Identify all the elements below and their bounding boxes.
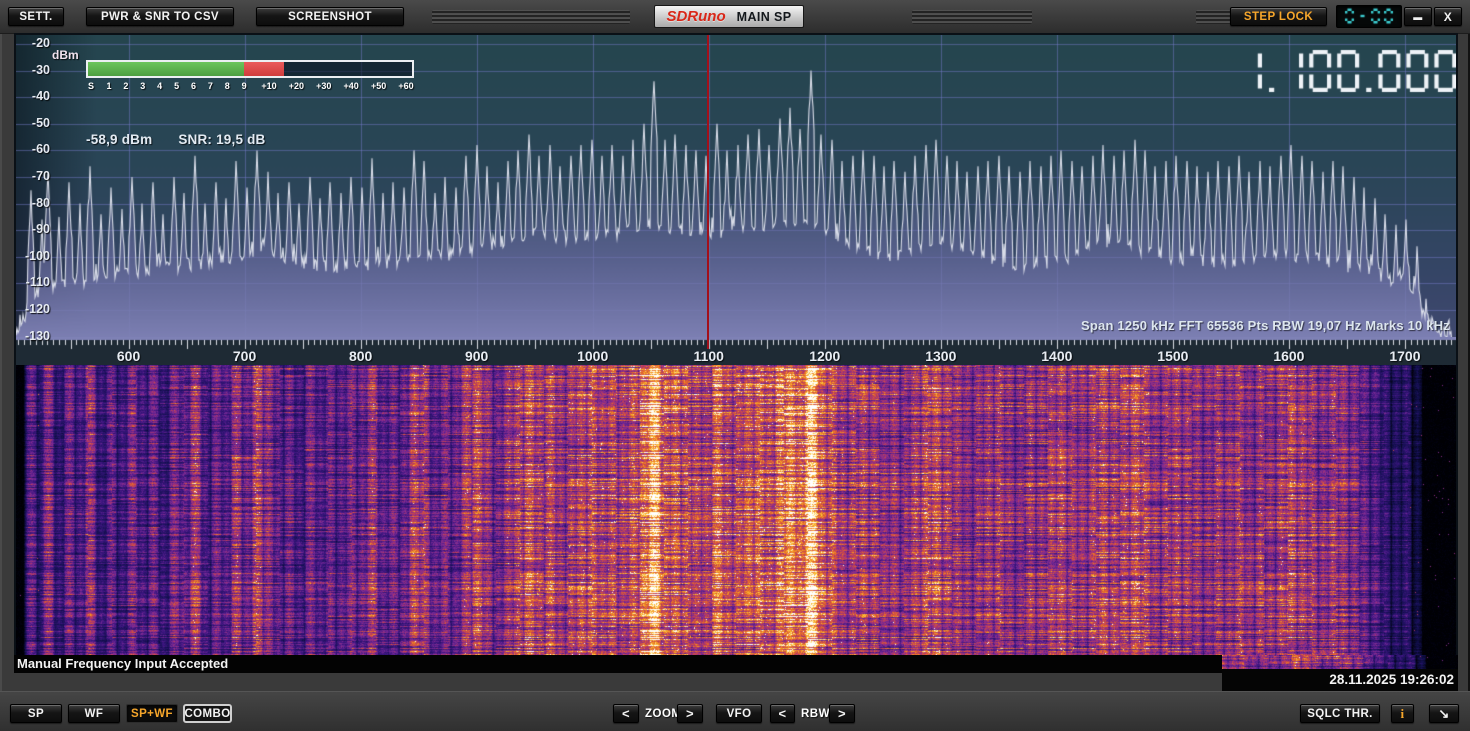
freq-tick-label: 800 — [348, 348, 373, 364]
rbw-increase-button[interactable]: > — [829, 704, 855, 723]
datetime-box: 28.11.2025 19:26:02 — [1222, 655, 1458, 691]
window-name: MAIN SP — [736, 9, 792, 24]
resize-button[interactable]: ↘ — [1429, 704, 1459, 723]
sdruno-main-sp-window: SETT. PWR & SNR TO CSV SCREENSHOT SDRuno… — [0, 0, 1470, 731]
smeter-scale-label: +30 — [316, 81, 332, 91]
frequency-display — [1216, 47, 1456, 95]
window-title[interactable]: SDRuno MAIN SP — [654, 5, 804, 28]
dbm-tick-label: -60 — [31, 142, 50, 157]
s-meter — [86, 60, 414, 78]
smeter-scale-label: +10 — [261, 81, 277, 91]
s-meter-green-bar — [88, 62, 244, 76]
info-button[interactable]: i — [1391, 704, 1414, 723]
display-area: dBm -58,9 dBm SNR: 19,5 dB Span 1250 kHz … — [14, 33, 1458, 692]
pwr-snr-csv-button[interactable]: PWR & SNR TO CSV — [86, 7, 234, 26]
sp-view-button[interactable]: SP — [10, 704, 62, 723]
rbw-label: RBW — [801, 708, 830, 720]
dbm-tick-label: -30 — [31, 62, 50, 77]
freq-tick-label: 700 — [232, 348, 257, 364]
signal-readout: -58,9 dBm SNR: 19,5 dB — [86, 132, 266, 147]
tuned-frequency-line — [707, 35, 709, 349]
app-logo: SDRuno — [666, 8, 726, 25]
smeter-scale-label: 8 — [224, 81, 230, 91]
smeter-scale-label: +40 — [343, 81, 359, 91]
step-size-display — [1336, 5, 1402, 28]
freq-tick-label: 1500 — [1157, 348, 1189, 364]
smeter-scale-label: 3 — [140, 81, 146, 91]
minimize-button[interactable]: ▬ — [1404, 7, 1432, 26]
zoom-out-button[interactable]: < — [613, 704, 639, 723]
dbm-tick-label: -70 — [31, 169, 50, 183]
span-info: Span 1250 kHz FFT 65536 Pts RBW 19,07 Hz… — [1081, 318, 1450, 333]
smeter-scale-label: +50 — [370, 81, 387, 91]
freq-tick-label: 1600 — [1273, 348, 1305, 364]
wf-view-button[interactable]: WF — [68, 704, 120, 723]
bottom-toolbar: SP WF SP+WF COMBO < ZOOM > VFO < RBW > S… — [0, 691, 1470, 731]
waterfall-canvas[interactable] — [16, 365, 1456, 655]
titlebar-grip — [912, 10, 1032, 24]
dbm-tick-label: -130 — [24, 328, 50, 343]
freq-tick-label: 1300 — [925, 348, 957, 364]
smeter-scale-label: 1 — [106, 81, 112, 91]
freq-tick-label: 1100 — [693, 348, 724, 364]
freq-tick-label: 600 — [116, 348, 141, 364]
dbm-tick-label: -40 — [31, 89, 50, 104]
dbm-tick-label: -50 — [31, 115, 50, 130]
dbm-tick-label: -110 — [25, 275, 50, 290]
power-readout: -58,9 dBm — [86, 132, 153, 147]
freq-tick-label: 900 — [464, 348, 489, 364]
smeter-scale-label: 7 — [207, 81, 213, 91]
dbm-tick-label: -80 — [31, 195, 50, 210]
titlebar-grip — [432, 10, 630, 24]
smeter-scale-label: 6 — [190, 81, 197, 91]
dbm-tick-label: -90 — [31, 222, 50, 237]
snr-readout: SNR: 19,5 dB — [178, 132, 266, 147]
freq-tick-label: 1200 — [809, 348, 841, 364]
sqlc-threshold-button[interactable]: SQLC THR. — [1300, 704, 1380, 723]
dbm-tick-label: -120 — [24, 302, 50, 316]
freq-tick-label: 1400 — [1041, 348, 1073, 364]
rbw-decrease-button[interactable]: < — [770, 704, 795, 723]
smeter-scale-label: S — [87, 81, 95, 91]
zoom-in-button[interactable]: > — [677, 704, 703, 723]
status-message: Manual Frequency Input Accepted — [17, 656, 229, 671]
smeter-scale-label: +60 — [398, 81, 414, 91]
dbm-tick-label: -100 — [24, 248, 50, 263]
spwf-view-button[interactable]: SP+WF — [126, 704, 178, 723]
step-size-value — [1337, 6, 1401, 26]
dbm-tick-label: -20 — [31, 36, 50, 50]
settings-button[interactable]: SETT. — [8, 7, 64, 26]
smeter-scale-label: 5 — [174, 81, 180, 91]
s-meter-red-bar — [244, 62, 284, 76]
close-button[interactable]: X — [1434, 7, 1462, 26]
dbm-unit-label: dBm — [52, 48, 79, 62]
titlebar[interactable]: SETT. PWR & SNR TO CSV SCREENSHOT SDRuno… — [0, 0, 1470, 34]
combo-view-button[interactable]: COMBO — [183, 704, 232, 723]
status-bar: Manual Frequency Input Accepted — [14, 655, 1222, 673]
step-lock-button[interactable]: STEP LOCK — [1230, 7, 1327, 26]
smeter-scale-label: 9 — [241, 81, 247, 91]
smeter-scale-label: +20 — [288, 81, 305, 91]
datetime: 28.11.2025 19:26:02 — [1329, 672, 1454, 687]
waterfall-strip — [1222, 655, 1458, 669]
vfo-button[interactable]: VFO — [716, 704, 762, 723]
freq-tick-label: 1000 — [577, 348, 609, 364]
screenshot-button[interactable]: SCREENSHOT — [256, 7, 404, 26]
spectrum-panel: dBm -58,9 dBm SNR: 19,5 dB Span 1250 kHz … — [14, 33, 1458, 655]
freq-tick-label: 1700 — [1389, 348, 1421, 364]
smeter-scale-label: 2 — [123, 81, 129, 91]
smeter-scale-label: 4 — [157, 81, 163, 91]
